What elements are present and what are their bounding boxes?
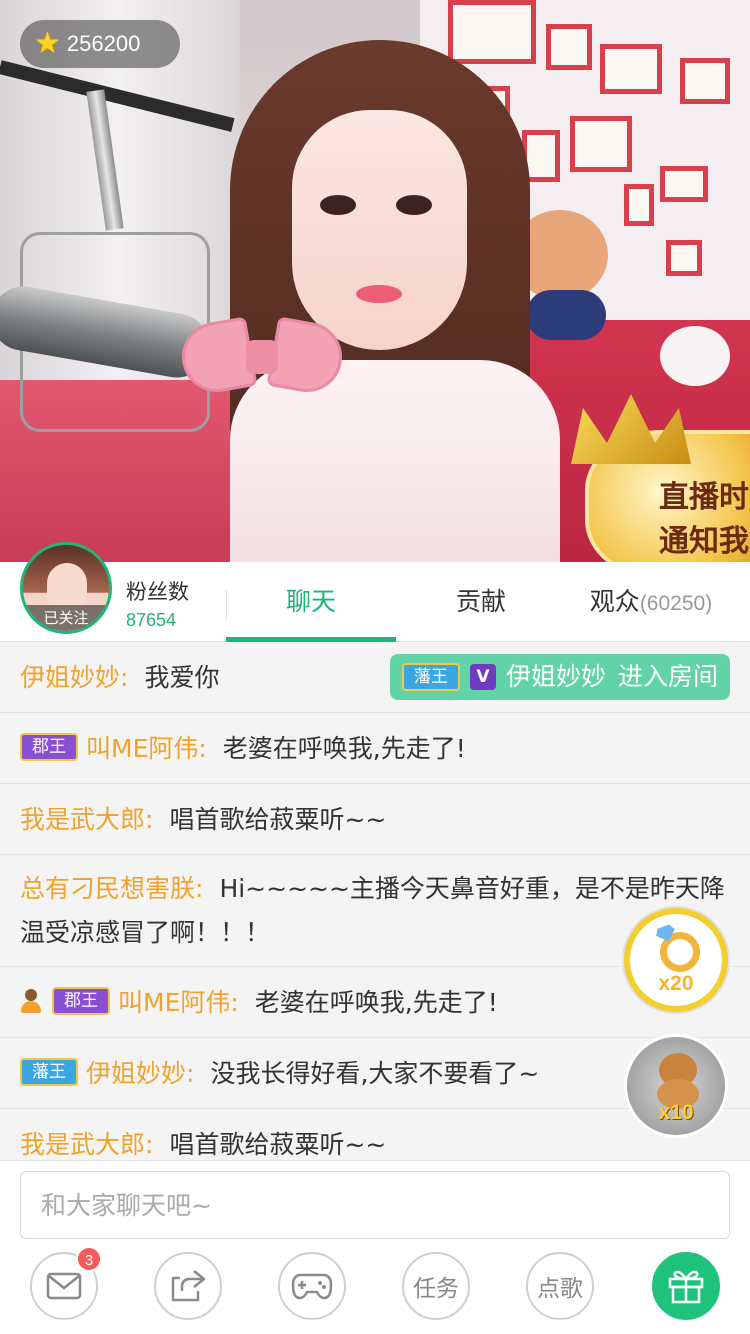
- chat-text: 唱首歌给菽粟听~~: [169, 1130, 387, 1159]
- rank-badge: 郡王: [20, 733, 78, 761]
- unread-badge: 3: [76, 1246, 102, 1272]
- enter-room-notice: 藩王 V 伊姐妙妙 进入房间: [389, 654, 730, 700]
- audience-count: (60250): [639, 592, 713, 615]
- coin-count: 256200: [66, 31, 141, 56]
- tab-audience[interactable]: 观众(60250): [566, 562, 736, 642]
- tab-chat[interactable]: 聊天: [226, 562, 396, 642]
- chat-text: 没我长得好看,大家不要看了~: [210, 1059, 540, 1088]
- task-button[interactable]: 任务: [402, 1252, 470, 1320]
- tab-chat-label: 聊天: [285, 587, 336, 616]
- fans-info: 粉丝数 87654: [126, 576, 222, 631]
- enter-action: 进入房间: [617, 662, 718, 691]
- anchor-avatar[interactable]: 已关注: [20, 542, 112, 634]
- chat-text: 老婆在呼唤我,先走了!: [254, 988, 498, 1017]
- game-button[interactable]: [278, 1252, 346, 1320]
- picture-frame: [680, 58, 730, 104]
- pink-bow: [176, 312, 348, 402]
- gift-button[interactable]: [652, 1252, 720, 1320]
- followed-label: 已关注: [23, 605, 109, 631]
- chat-message: 郡王 叫ME阿伟: 老婆在呼唤我,先走了!: [0, 713, 750, 784]
- chat-username[interactable]: 叫ME阿伟:: [118, 988, 239, 1017]
- chat-username[interactable]: 总有刁民想害朕:: [20, 874, 203, 903]
- enter-username: 伊姐妙妙: [505, 662, 606, 691]
- chat-text: 我爱你: [144, 663, 220, 692]
- chat-input-bar: [0, 1160, 750, 1244]
- chat-message: 我是武大郎: 唱首歌给菽粟听~~: [0, 784, 750, 855]
- notify-line-2: 通知我: [659, 524, 749, 559]
- chat-username[interactable]: 伊姐妙妙:: [20, 663, 128, 692]
- tab-audience-label: 观众: [589, 587, 640, 616]
- picture-frame: [660, 166, 708, 202]
- tab-contribution-label: 贡献: [455, 587, 506, 616]
- message-button[interactable]: 3: [30, 1246, 102, 1320]
- picture-frame: [570, 116, 632, 172]
- task-label: 任务: [413, 1276, 459, 1302]
- coin-counter: ★ 256200: [20, 20, 180, 68]
- chat-username[interactable]: 叫ME阿伟:: [86, 734, 207, 763]
- picture-frame: [666, 240, 702, 276]
- picture-frame: [448, 0, 536, 64]
- streamer-eye: [396, 195, 432, 215]
- share-button[interactable]: [154, 1252, 222, 1320]
- star-icon: ★: [34, 26, 61, 61]
- chat-text: 老婆在呼唤我,先走了!: [222, 734, 466, 763]
- live-video[interactable]: 直播时 通知我 ★ 256200: [0, 0, 750, 562]
- rank-badge: 郡王: [52, 987, 110, 1015]
- chat-text: 唱首歌给菽粟听~~: [169, 805, 387, 834]
- user-icon: [20, 989, 42, 1013]
- gift-multiplier: x20: [658, 972, 694, 995]
- teddy-bear-body: [526, 290, 606, 340]
- notify-line-1: 直播时: [659, 480, 749, 515]
- picture-frame: [546, 24, 592, 70]
- streamer-eye: [320, 195, 356, 215]
- rank-badge: 藩王: [401, 663, 460, 691]
- hello-kitty-toy: [660, 326, 730, 386]
- gift-icon: [668, 1270, 704, 1304]
- chat-username[interactable]: 我是武大郎:: [20, 805, 153, 834]
- mail-icon: [46, 1272, 82, 1300]
- chat-username[interactable]: 我是武大郎:: [20, 1130, 153, 1159]
- fans-label: 粉丝数: [126, 580, 189, 604]
- tab-contribution[interactable]: 贡献: [396, 562, 566, 642]
- share-icon: [171, 1270, 206, 1302]
- picture-frame: [600, 44, 662, 94]
- tab-bar: 已关注 粉丝数 87654 聊天 贡献 观众(60250): [0, 542, 750, 642]
- picture-frame: [624, 184, 654, 226]
- live-notify-button[interactable]: 直播时 通知我: [571, 394, 750, 562]
- request-song-button[interactable]: 点歌: [526, 1252, 594, 1320]
- chat-message: 伊姐妙妙: 我爱你 藩王 V 伊姐妙妙 进入房间: [0, 642, 750, 713]
- rank-badge: 藩王: [20, 1058, 78, 1086]
- chat-username[interactable]: 伊姐妙妙:: [86, 1059, 194, 1088]
- gamepad-icon: [291, 1273, 333, 1300]
- fans-count: 87654: [126, 610, 177, 630]
- gift-combo-bear[interactable]: x10: [624, 1034, 728, 1138]
- bottom-toolbar: 3 任务 点歌: [0, 1244, 750, 1334]
- vip-icon: V: [469, 664, 496, 690]
- streamer-lips: [356, 285, 402, 303]
- gift-combo-ring[interactable]: x20: [624, 908, 728, 1012]
- gift-multiplier: x10: [658, 1101, 694, 1124]
- chat-input[interactable]: [20, 1171, 730, 1239]
- song-label: 点歌: [537, 1276, 583, 1302]
